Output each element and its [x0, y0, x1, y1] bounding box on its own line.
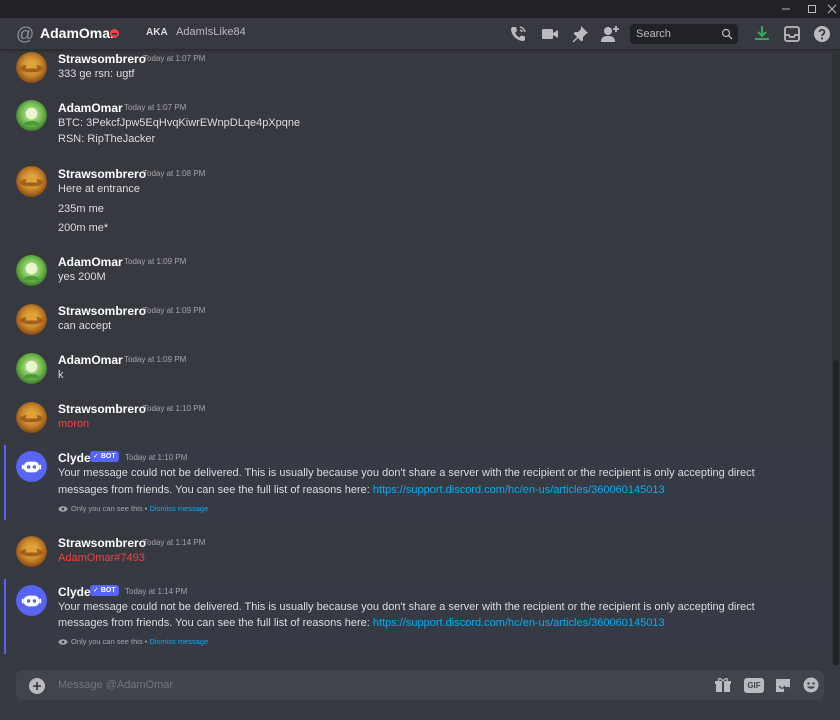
avatar[interactable] [16, 353, 47, 384]
dm-recipient-name[interactable]: AdamOmar [40, 25, 115, 41]
add-friends-to-dm-icon[interactable] [600, 24, 620, 44]
message-text: can accept [58, 320, 112, 332]
avatar[interactable] [16, 585, 47, 616]
message-list[interactable]: Strawsombrero Today at 1:07 PM 333 ge rs… [0, 50, 832, 665]
message-text: BTC: 3PekcfJpw5EqHvqKiwrEWnpDLqe4pXpqne [58, 117, 301, 129]
minimize-icon [782, 8, 790, 10]
message-author[interactable]: Strawsombrero [58, 402, 146, 416]
start-voice-call-icon[interactable] [508, 24, 528, 44]
message-timestamp: Today at 1:14 PM [125, 587, 188, 596]
aka-badge: AKA [146, 27, 168, 38]
message-text: 200m me* [58, 222, 109, 234]
sticker-icon[interactable] [774, 677, 792, 693]
avatar[interactable] [16, 304, 47, 335]
scrollbar-thumb[interactable] [833, 360, 839, 665]
minimize-button[interactable] [772, 0, 800, 18]
message-timestamp: Today at 1:07 PM [143, 54, 206, 63]
support-link[interactable]: https://support.discord.com/hc/en-us/art… [373, 617, 665, 629]
avatar[interactable] [16, 166, 47, 197]
support-link[interactable]: https://support.discord.com/hc/en-us/art… [373, 484, 665, 496]
message-author[interactable]: Clyde [58, 451, 91, 465]
avatar[interactable] [16, 451, 47, 482]
dismiss-message-link[interactable]: Dismiss message [150, 637, 209, 646]
message-author[interactable]: AdamOmar [58, 101, 123, 115]
avatar[interactable] [16, 402, 47, 433]
clyde-message-accent-bar [4, 445, 6, 520]
bot-badge-label: BOT [100, 453, 116, 460]
message-author[interactable]: Strawsombrero [58, 304, 146, 318]
message-text: RSN: RipTheJacker [58, 133, 156, 145]
clyde-message-accent-bar [4, 579, 6, 654]
dismiss-message-link[interactable]: Dismiss message [150, 504, 209, 513]
dm-header: @ AdamOmar AKA AdamIsLike84 Search [0, 18, 840, 50]
message-author[interactable]: Strawsombrero [58, 536, 146, 550]
message-timestamp: Today at 1:10 PM [125, 453, 188, 462]
message-timestamp: Today at 1:10 PM [143, 404, 206, 413]
gif-picker-button[interactable]: GIF [744, 678, 764, 693]
bot-badge: ✓ BOT [90, 585, 119, 596]
message-text: Here at entrance [58, 183, 140, 195]
message-text: k [58, 369, 64, 381]
eye-icon [58, 506, 68, 512]
message-text: messages from friends. You can see the f… [58, 617, 373, 629]
ephemeral-text: Only you can see this • [71, 504, 150, 513]
ephemeral-notice: Only you can see this • Dismiss message [58, 504, 208, 513]
close-icon [827, 4, 837, 14]
message-author[interactable]: AdamOmar [58, 353, 123, 367]
inbox-icon[interactable] [782, 24, 802, 44]
message-timestamp: Today at 1:14 PM [143, 538, 206, 547]
message-text: AdamOmar#7493 [58, 552, 145, 564]
at-sign-icon: @ [16, 24, 35, 44]
download-icon[interactable] [752, 24, 772, 44]
do-not-disturb-status-icon [110, 29, 119, 38]
message-text: 235m me [58, 203, 104, 215]
avatar[interactable] [16, 52, 47, 83]
bot-badge-label: BOT [100, 587, 116, 594]
message-text: 333 ge rsn: ugtf [58, 68, 135, 80]
message-input-placeholder[interactable]: Message @AdamOmar [58, 679, 173, 691]
search-placeholder: Search [636, 28, 671, 40]
message-timestamp: Today at 1:09 PM [143, 306, 206, 315]
message-timestamp: Today at 1:08 PM [143, 169, 206, 178]
upload-plus-icon[interactable] [29, 678, 45, 694]
pinned-messages-icon[interactable] [570, 24, 590, 44]
help-icon[interactable] [812, 24, 832, 44]
avatar[interactable] [16, 100, 47, 131]
message-composer[interactable]: Message @AdamOmar GIF [16, 670, 824, 700]
avatar[interactable] [16, 536, 47, 567]
ephemeral-notice: Only you can see this • Dismiss message [58, 637, 208, 646]
message-text-line: messages from friends. You can see the f… [58, 615, 798, 631]
avatar[interactable] [16, 255, 47, 286]
start-video-call-icon[interactable] [540, 24, 560, 44]
bot-badge: ✓ BOT [90, 451, 119, 462]
message-text-line: messages from friends. You can see the f… [58, 482, 798, 498]
eye-icon [58, 639, 68, 645]
ephemeral-text: Only you can see this • [71, 637, 150, 646]
message-text: messages from friends. You can see the f… [58, 484, 373, 496]
message-timestamp: Today at 1:07 PM [124, 103, 187, 112]
search-input[interactable]: Search [630, 24, 738, 44]
message-author[interactable]: Strawsombrero [58, 167, 146, 181]
gif-label: GIF [747, 681, 761, 690]
emoji-icon[interactable] [802, 677, 820, 693]
message-author[interactable]: Strawsombrero [58, 52, 146, 66]
message-author[interactable]: Clyde [58, 585, 91, 599]
message-text: moron [58, 418, 90, 430]
window-titlebar [0, 0, 840, 18]
message-author[interactable]: AdamOmar [58, 255, 123, 269]
message-text: Your message could not be delivered. Thi… [58, 601, 755, 613]
message-timestamp: Today at 1:09 PM [124, 355, 187, 364]
gift-icon[interactable] [714, 677, 732, 693]
message-timestamp: Today at 1:09 PM [124, 257, 187, 266]
maximize-icon [808, 5, 816, 13]
message-text: yes 200M [58, 271, 106, 283]
message-text: Your message could not be delivered. Thi… [58, 467, 755, 479]
close-window-button[interactable] [818, 0, 840, 18]
aka-name: AdamIsLike84 [176, 26, 246, 38]
search-icon [721, 28, 733, 40]
